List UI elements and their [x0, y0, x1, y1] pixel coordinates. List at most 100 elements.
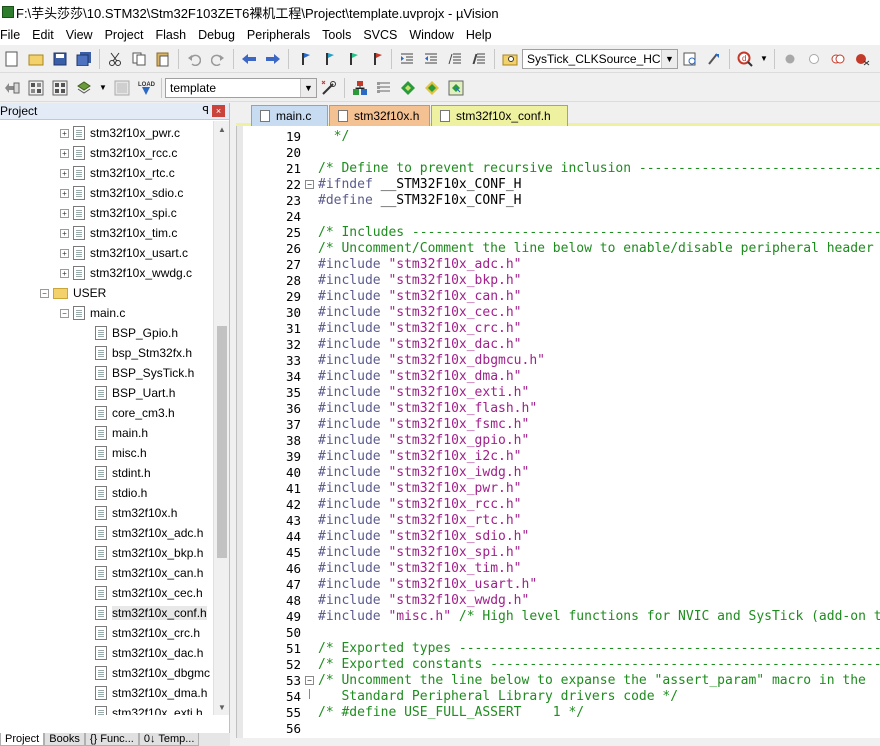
tree-file[interactable]: + stm32f10x_rtc.c — [60, 163, 175, 183]
menu-view[interactable]: View — [60, 28, 99, 42]
tab-stm32f10x-h[interactable]: stm32f10x.h — [329, 105, 430, 126]
tree-file[interactable]: stm32f10x.h — [95, 503, 177, 523]
tree-file[interactable]: stdint.h — [95, 463, 151, 483]
tree-file[interactable]: + stm32f10x_usart.c — [60, 243, 188, 263]
redo-icon[interactable] — [208, 49, 228, 69]
tree-file[interactable]: − main.c — [60, 303, 125, 323]
tree-file[interactable]: stm32f10x_cec.h — [95, 583, 203, 603]
editor-horizontal-scrollbar[interactable] — [236, 738, 880, 746]
tab-books[interactable]: Books — [44, 733, 85, 746]
pin-icon[interactable]: ꟼ — [202, 104, 209, 117]
tree-file[interactable]: stm32f10x_conf.h — [95, 603, 207, 623]
navigate-forward-icon[interactable] — [263, 49, 283, 69]
build-icon[interactable] — [26, 78, 46, 98]
tree-folder[interactable]: − USER — [40, 283, 106, 303]
rebuild-icon[interactable] — [50, 78, 70, 98]
menu-file[interactable]: File — [0, 28, 26, 42]
chevron-down-icon[interactable]: ▼ — [661, 49, 677, 68]
menu-help[interactable]: Help — [460, 28, 498, 42]
target-options-icon[interactable] — [319, 78, 339, 98]
tree-file[interactable]: core_cm3.h — [95, 403, 175, 423]
cut-icon[interactable] — [105, 49, 125, 69]
find-in-files-icon[interactable] — [500, 49, 520, 69]
tree-file[interactable]: stm32f10x_bkp.h — [95, 543, 203, 563]
fold-icon[interactable]: − — [305, 676, 314, 685]
navigate-back-icon[interactable] — [239, 49, 259, 69]
tab-main-c[interactable]: main.c — [251, 105, 328, 126]
tree-file[interactable]: stm32f10x_dac.h — [95, 643, 203, 663]
expand-icon[interactable]: + — [60, 128, 69, 138]
tree-file[interactable]: + stm32f10x_rcc.c — [60, 143, 177, 163]
menu-window[interactable]: Window — [403, 28, 459, 42]
tree-file[interactable]: + stm32f10x_tim.c — [60, 223, 177, 243]
expand-icon[interactable]: + — [60, 268, 69, 278]
scroll-down-icon[interactable]: ▼ — [214, 699, 230, 715]
clear-bookmarks-icon[interactable] — [366, 49, 386, 69]
tree-file[interactable]: + stm32f10x_spi.c — [60, 203, 177, 223]
tab-project[interactable]: Project — [0, 733, 45, 746]
manage-project-items-icon[interactable] — [350, 78, 370, 98]
new-file-icon[interactable] — [2, 49, 22, 69]
open-file-icon[interactable] — [26, 49, 46, 69]
expand-icon[interactable]: + — [60, 248, 69, 258]
expand-icon[interactable]: + — [60, 148, 69, 158]
tree-file[interactable]: stm32f10x_adc.h — [95, 523, 203, 543]
copy-icon[interactable] — [129, 49, 149, 69]
debug-session-icon[interactable]: d — [735, 49, 755, 69]
select-packs-icon[interactable] — [398, 78, 418, 98]
file-extensions-icon[interactable] — [374, 78, 394, 98]
expand-icon[interactable]: + — [60, 168, 69, 178]
pack-installer-icon[interactable] — [446, 78, 466, 98]
chevron-down-icon[interactable]: ▼ — [98, 78, 108, 98]
target-select[interactable]: template ▼ — [165, 77, 317, 98]
tab-templates[interactable]: 0↓ Temp... — [138, 733, 200, 746]
tree-file[interactable]: stdio.h — [95, 483, 147, 503]
paste-icon[interactable] — [153, 49, 173, 69]
save-icon[interactable] — [50, 49, 70, 69]
tree-file[interactable]: stm32f10x_can.h — [95, 563, 203, 583]
collapse-icon[interactable]: − — [40, 288, 49, 298]
code-editor[interactable]: 19 */20 21/* Define to prevent recursive … — [236, 126, 880, 738]
scroll-up-icon[interactable]: ▲ — [214, 121, 230, 137]
disable-breakpoints-icon[interactable] — [828, 49, 848, 69]
tree-file[interactable]: BSP_Uart.h — [95, 383, 175, 403]
tree-file[interactable]: BSP_SysTick.h — [95, 363, 194, 383]
expand-icon[interactable]: + — [60, 228, 69, 238]
chevron-down-icon[interactable]: ▼ — [759, 49, 769, 69]
enable-breakpoint-icon[interactable] — [804, 49, 824, 69]
manage-rte-icon[interactable] — [422, 78, 442, 98]
tree-file[interactable]: stm32f10x_crc.h — [95, 623, 200, 643]
uncomment-icon[interactable] — [469, 49, 489, 69]
comment-icon[interactable] — [445, 49, 465, 69]
unindent-icon[interactable] — [421, 49, 441, 69]
incremental-find-icon[interactable] — [704, 49, 724, 69]
fold-icon[interactable]: − — [305, 180, 314, 189]
save-all-icon[interactable] — [74, 49, 94, 69]
find-dialog-icon[interactable] — [680, 49, 700, 69]
tree-file[interactable]: bsp_Stm32fx.h — [95, 343, 192, 363]
chevron-down-icon[interactable]: ▼ — [300, 78, 316, 97]
tree-file[interactable]: main.h — [95, 423, 148, 443]
tab-functions[interactable]: {} Func... — [84, 733, 139, 746]
translate-icon[interactable] — [2, 78, 22, 98]
project-tree-scrollbar[interactable]: ▲ ▼ — [213, 121, 229, 715]
next-bookmark-icon[interactable] — [342, 49, 362, 69]
expand-icon[interactable]: + — [60, 188, 69, 198]
expand-icon[interactable]: + — [60, 208, 69, 218]
menu-tools[interactable]: Tools — [316, 28, 357, 42]
find-combo[interactable]: SysTick_CLKSource_HCLK ▼ — [522, 48, 678, 69]
menu-debug[interactable]: Debug — [192, 28, 241, 42]
breakpoint-icon[interactable] — [780, 49, 800, 69]
close-icon[interactable]: × — [212, 105, 225, 117]
batch-build-icon[interactable] — [74, 78, 94, 98]
prev-bookmark-icon[interactable] — [318, 49, 338, 69]
scrollbar-thumb[interactable] — [217, 326, 227, 558]
menu-peripherals[interactable]: Peripherals — [241, 28, 316, 42]
tree-file[interactable]: + stm32f10x_wwdg.c — [60, 263, 192, 283]
undo-icon[interactable] — [184, 49, 204, 69]
tree-file[interactable]: BSP_Gpio.h — [95, 323, 178, 343]
bookmark-icon[interactable] — [294, 49, 314, 69]
tree-file[interactable]: misc.h — [95, 443, 147, 463]
download-icon[interactable]: LOAD — [136, 78, 156, 98]
menu-edit[interactable]: Edit — [26, 28, 60, 42]
